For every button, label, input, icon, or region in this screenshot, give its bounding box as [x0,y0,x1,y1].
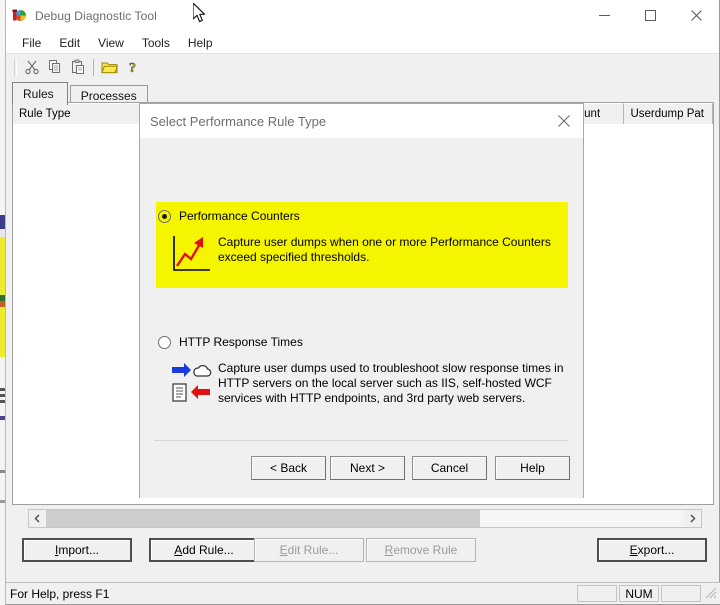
action-button-row: Import... Add Rule... Edit Rule... Remov… [6,533,720,577]
help-question-icon[interactable]: ? [121,56,144,78]
http-request-response-icon [170,360,214,409]
option-http-response-times-label: HTTP Response Times [179,335,303,349]
maximize-icon[interactable] [627,0,673,31]
import-button[interactable]: Import... [22,538,132,562]
horizontal-scrollbar[interactable] [28,509,702,528]
option-http-response-times-description-row: Capture user dumps used to troubleshoot … [156,360,568,409]
open-folder-icon[interactable] [98,56,121,78]
dialog-separator [154,440,568,441]
chevron-left-icon[interactable] [29,510,46,527]
edit-rule-button: Edit Rule... [254,538,364,562]
cut-icon[interactable] [20,56,43,78]
status-bar: For Help, press F1 NUM [6,582,720,604]
menu-item-tools[interactable]: Tools [133,34,179,52]
toolbar-grip [14,58,17,76]
dialog-body: Performance Counters Capture user dumps … [140,138,583,498]
option-http-response-times-description: Capture user dumps used to troubleshoot … [218,361,564,405]
option-performance-counters[interactable]: Performance Counters Capture user dumps … [156,202,568,288]
resize-grip-icon[interactable] [703,585,719,602]
back-button[interactable]: < Back [251,456,326,480]
radio-performance-counters[interactable] [158,209,171,223]
remove-rule-button-label: Remove Rule [384,543,458,557]
window-controls [581,0,719,31]
radio-http-response-times[interactable] [158,335,171,349]
select-performance-rule-type-dialog: Select Performance Rule Type Performance… [139,103,584,498]
close-icon[interactable] [673,0,719,31]
svg-text:?: ? [129,61,136,75]
help-button[interactable]: Help [495,456,570,480]
paste-icon[interactable] [66,56,89,78]
menu-item-file[interactable]: File [13,34,50,52]
column-header-userdump-path[interactable]: Userdump Pat [624,103,713,124]
tab-rules-label: Rules [23,87,54,101]
app-sphere-icon [11,8,27,24]
chevron-right-icon[interactable] [684,510,701,527]
menu-item-help[interactable]: Help [179,34,222,52]
title-bar: Debug Diagnostic Tool [6,0,719,32]
option-performance-counters-description-row: Capture user dumps when one or more Perf… [156,234,568,281]
option-http-response-times-header[interactable]: HTTP Response Times [156,328,568,349]
dialog-title-bar: Select Performance Rule Type [140,104,583,138]
scrollbar-track[interactable] [46,510,684,527]
export-button[interactable]: Export... [597,538,707,562]
option-performance-counters-header[interactable]: Performance Counters [156,202,568,223]
status-message: For Help, press F1 [10,586,110,601]
minimize-icon[interactable] [581,0,627,31]
menu-item-view[interactable]: View [89,34,133,52]
import-button-label: Import... [54,543,100,557]
copy-icon[interactable] [43,56,66,78]
dialog-title: Select Performance Rule Type [150,113,327,129]
edit-rule-button-label: Edit Rule... [279,543,339,557]
add-rule-button[interactable]: Add Rule... [149,538,259,562]
status-pane-left [577,585,617,602]
remove-rule-button: Remove Rule [366,538,476,562]
cancel-button[interactable]: Cancel [412,456,487,480]
status-pane-right [661,585,701,602]
line-chart-up-icon [170,234,214,281]
toolbar-separator [93,58,94,76]
toolbar: ? [6,53,719,80]
option-http-response-times[interactable]: HTTP Response Times Capture user dumps u… [156,328,568,424]
tab-processes-label: Processes [80,88,137,103]
menu-item-edit[interactable]: Edit [50,34,89,52]
option-performance-counters-description: Capture user dumps when one or more Perf… [218,235,551,264]
export-button-label: Export... [629,543,675,557]
option-performance-counters-label: Performance Counters [179,209,300,223]
next-button[interactable]: Next > [330,456,405,480]
menu-bar: File Edit View Tools Help [6,32,719,53]
dialog-close-icon[interactable] [545,104,583,137]
window-title: Debug Diagnostic Tool [35,8,157,23]
add-rule-button-label: Add Rule... [174,543,234,557]
tab-rules[interactable]: Rules [12,82,68,105]
scrollbar-thumb[interactable] [46,510,480,527]
status-pane-num: NUM [619,585,659,602]
application-window: Debug Diagnostic Tool File Edit View Too… [0,0,720,605]
